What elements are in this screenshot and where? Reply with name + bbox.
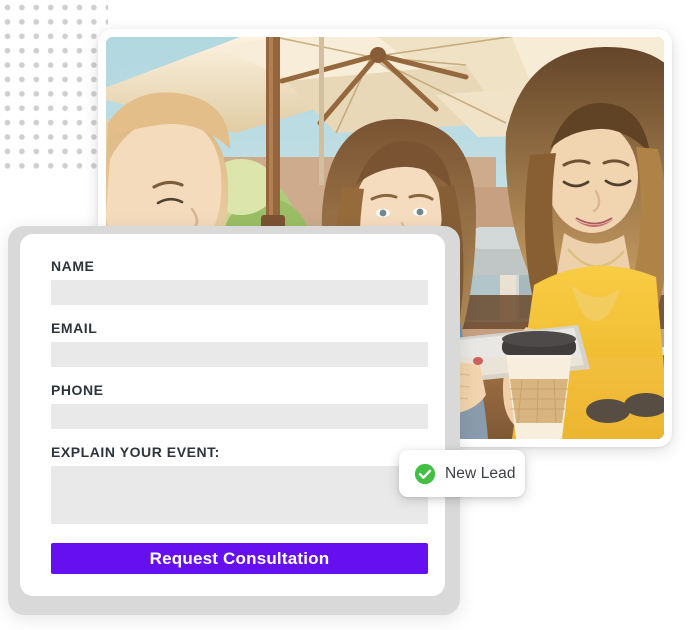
lead-form-outer-frame: NAME EMAIL PHONE EXPLAIN YOUR EVENT: Req…	[8, 226, 460, 615]
phone-input[interactable]	[51, 404, 428, 429]
email-label: EMAIL	[51, 320, 98, 336]
new-lead-label: New Lead	[445, 464, 516, 482]
field-email-group: EMAIL	[51, 321, 428, 383]
lead-form-card: NAME EMAIL PHONE EXPLAIN YOUR EVENT: Req…	[20, 234, 445, 596]
email-input[interactable]	[51, 342, 428, 367]
composition-stage: New Lead NAME EMAIL PHONE EXPLAIN YOUR E…	[0, 0, 700, 630]
explain-your-event-textarea[interactable]	[51, 466, 428, 524]
field-name-group: NAME	[51, 259, 428, 321]
field-phone-group: PHONE	[51, 383, 428, 445]
explain-your-event-label: EXPLAIN YOUR EVENT:	[51, 444, 220, 460]
new-lead-badge[interactable]: New Lead	[399, 450, 525, 497]
phone-label: PHONE	[51, 382, 104, 398]
check-circle-icon	[414, 463, 436, 484]
request-consultation-button[interactable]: Request Consultation	[51, 543, 428, 574]
name-label: NAME	[51, 258, 95, 274]
name-input[interactable]	[51, 280, 428, 305]
dot-grid-pattern	[4, 4, 108, 176]
field-event-group: EXPLAIN YOUR EVENT:	[51, 445, 428, 543]
